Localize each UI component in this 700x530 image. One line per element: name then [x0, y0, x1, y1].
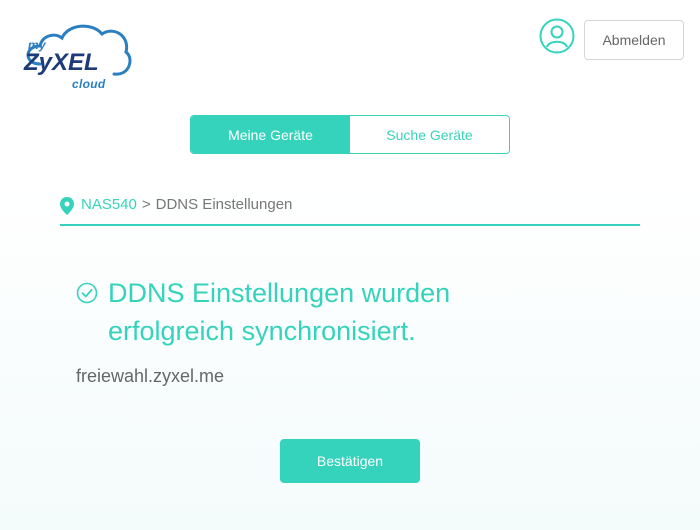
breadcrumb-device-link[interactable]: NAS540 [81, 196, 137, 213]
zyxel-logo: my ZyXEL cloud [10, 16, 136, 91]
check-circle-icon [76, 282, 98, 304]
device-tabs: Meine Geräte Suche Geräte [190, 115, 510, 154]
success-message: DDNS Einstellungen wurden erfolgreich sy… [76, 274, 548, 350]
ddns-domain: freiewahl.zyxel.me [76, 366, 225, 386]
confirm-button[interactable]: Bestätigen [280, 439, 420, 483]
logo-suffix: cloud [72, 77, 106, 91]
breadcrumb-current: DDNS Einstellungen [155, 196, 293, 213]
tab-my-devices[interactable]: Meine Geräte [191, 116, 350, 153]
user-account-button[interactable] [539, 18, 575, 54]
location-pin-icon [60, 197, 74, 215]
tab-search-devices[interactable]: Suche Geräte [350, 116, 509, 153]
breadcrumb-separator: > [141, 196, 151, 213]
logout-button[interactable]: Abmelden [584, 20, 684, 60]
breadcrumb: NAS540 > DDNS Einstellungen [60, 196, 640, 226]
success-text: DDNS Einstellungen wurden erfolgreich sy… [108, 278, 451, 346]
logo-brand: ZyXEL [24, 49, 99, 76]
user-icon [539, 18, 575, 54]
